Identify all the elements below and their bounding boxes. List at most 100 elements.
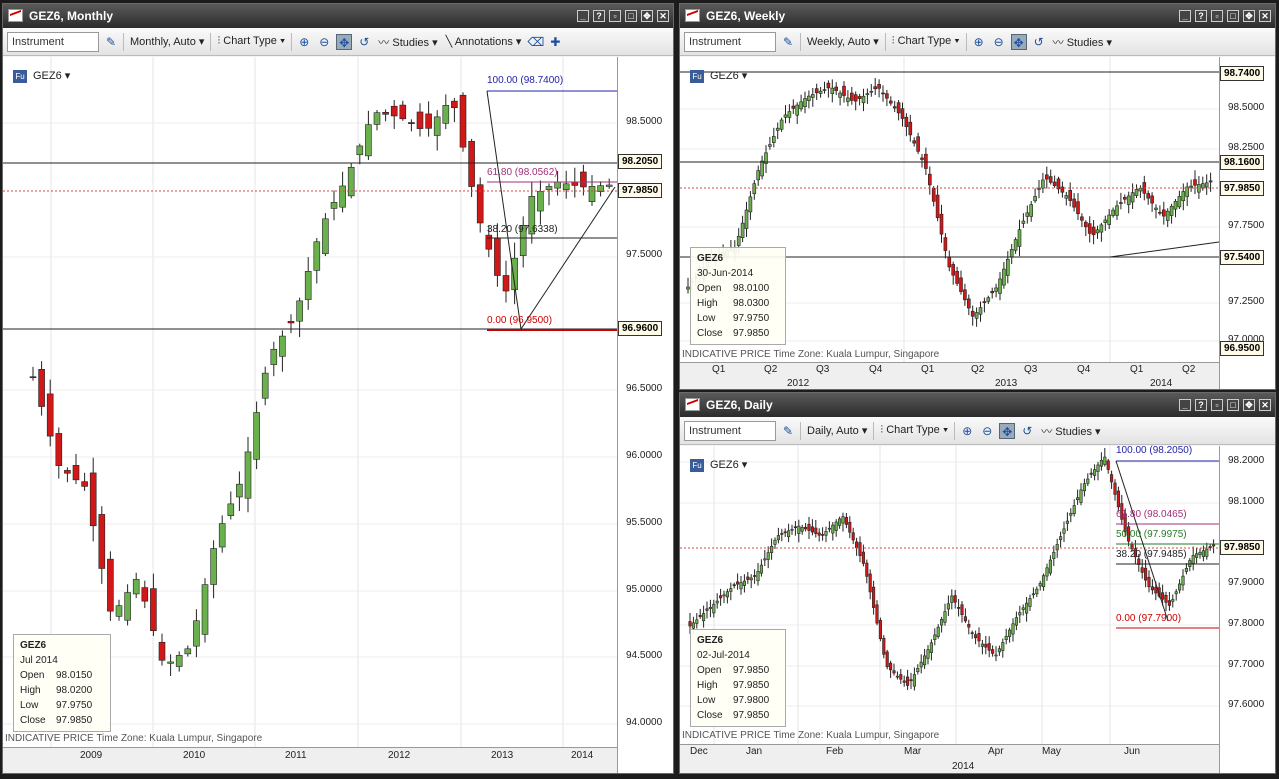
candle-body: [1091, 226, 1096, 236]
candle-body: [885, 93, 889, 99]
close-icon[interactable]: ✕: [1259, 399, 1271, 411]
candle-body: [115, 605, 123, 617]
pan-icon[interactable]: ✥: [336, 33, 353, 50]
candle-body: [1107, 214, 1112, 225]
price-tick: 97.7000: [1228, 659, 1265, 670]
help-icon[interactable]: ?: [1195, 399, 1207, 411]
interval-dropdown[interactable]: Monthly, Auto ▾: [128, 35, 206, 48]
candle-body: [1174, 591, 1178, 595]
monthly-time-axis[interactable]: 2009 2010 2011 2012 2013 2014: [3, 747, 617, 773]
candle-body: [1173, 201, 1178, 210]
candle-body: [960, 604, 964, 616]
zoom-in-icon[interactable]: ⊕: [296, 34, 312, 50]
candle-body: [1204, 182, 1209, 188]
instrument-input[interactable]: Instrument: [684, 31, 776, 52]
interval-dropdown[interactable]: Daily, Auto ▾: [805, 424, 869, 437]
pan-icon[interactable]: ✥: [1010, 33, 1027, 50]
candle-body: [580, 171, 587, 188]
candle-body: [46, 393, 54, 437]
weekly-price-axis[interactable]: 98.5000 98.2500 97.7500 97.2500 97.0000: [1219, 57, 1275, 389]
candle-body: [861, 95, 866, 104]
chart-type-dropdown[interactable]: ⫶ Chart Type ▾: [878, 424, 950, 437]
daily-chart-area[interactable]: Fu GEZ6 ▾ 98.2000 98.1000 97.9000 97.8000…: [680, 445, 1275, 773]
instrument-label[interactable]: Fu GEZ6 ▾: [690, 69, 747, 83]
weekly-titlebar[interactable]: GEZ6, Weekly _? ▫ □ ✥ ✕: [680, 4, 1275, 28]
zoom-in-icon[interactable]: ⊕: [959, 423, 975, 439]
candle-body: [1076, 497, 1080, 501]
daily-price-axis[interactable]: 98.2000 98.1000 97.9000 97.8000 97.7000 …: [1219, 446, 1275, 773]
zoom-out-icon[interactable]: ⊖: [979, 423, 995, 439]
minimize-icon[interactable]: _: [1179, 10, 1191, 22]
maximize-icon[interactable]: □: [1227, 399, 1239, 411]
candle-body: [1116, 490, 1120, 508]
maximize-icon[interactable]: □: [625, 10, 637, 22]
monthly-titlebar[interactable]: GEZ6, Monthly _? ▫ □ ✥ ✕: [3, 4, 673, 28]
studies-dropdown[interactable]: 〰 Studies ▾: [1051, 34, 1114, 50]
candle-body: [831, 524, 835, 534]
eraser-icon[interactable]: ⌫: [527, 34, 544, 50]
close-icon[interactable]: ✕: [1259, 10, 1271, 22]
crosshair-icon[interactable]: ✚: [547, 34, 563, 50]
maximize-icon[interactable]: □: [1227, 10, 1239, 22]
annotations-dropdown[interactable]: ╲ Annotations ▾: [444, 35, 524, 48]
candle-body: [1069, 512, 1073, 516]
candle-body: [776, 535, 780, 541]
instrument-input[interactable]: Instrument: [7, 31, 99, 52]
candle-body: [705, 608, 709, 611]
expand-icon[interactable]: ✥: [1243, 10, 1255, 22]
undo-icon[interactable]: ↺: [1019, 423, 1035, 439]
undo-icon[interactable]: ↺: [1031, 34, 1047, 50]
candle-body: [29, 376, 37, 379]
candle-body: [900, 108, 905, 119]
candle-body: [807, 523, 811, 531]
restore-icon[interactable]: ▫: [1211, 10, 1223, 22]
chart-type-dropdown[interactable]: ⫶ Chart Type ▾: [215, 35, 287, 48]
candle-body: [141, 587, 149, 602]
minimize-icon[interactable]: _: [577, 10, 589, 22]
candle-body: [889, 662, 893, 671]
candle-body: [974, 312, 979, 319]
daily-time-axis[interactable]: Dec Jan Feb Mar Apr May Jun 2014: [680, 744, 1219, 773]
restore-icon[interactable]: ▫: [609, 10, 621, 22]
candle-body: [791, 105, 796, 109]
close-icon[interactable]: ✕: [657, 10, 669, 22]
draw-tools-icon[interactable]: ✎: [780, 423, 796, 439]
zoom-out-icon[interactable]: ⊖: [316, 34, 332, 50]
candle-body: [841, 516, 845, 524]
studies-dropdown[interactable]: 〰 Studies ▾: [1039, 423, 1102, 439]
zoom-out-icon[interactable]: ⊖: [991, 34, 1007, 50]
candle-body: [468, 140, 475, 187]
candle-body: [736, 235, 741, 246]
instrument-label[interactable]: Fu GEZ6 ▾: [13, 69, 70, 83]
candle-body: [1025, 602, 1029, 614]
weekly-time-axis[interactable]: Q1 Q2 Q3 Q4 Q1 Q2 Q3 Q4 Q1 Q2 2012 2013 …: [680, 362, 1219, 389]
draw-tools-icon[interactable]: ✎: [103, 34, 119, 50]
interval-dropdown[interactable]: Weekly, Auto ▾: [805, 35, 881, 48]
undo-icon[interactable]: ↺: [356, 34, 372, 50]
window-controls: _? ▫ □ ✥ ✕: [577, 10, 669, 22]
candle-body: [244, 451, 252, 499]
candle-body: [1178, 583, 1182, 591]
help-icon[interactable]: ?: [593, 10, 605, 22]
fib-level-382: 38.20 (97.6338): [487, 224, 558, 235]
month-label: Jun: [1124, 746, 1141, 757]
pan-icon[interactable]: ✥: [999, 422, 1016, 439]
zoom-in-icon[interactable]: ⊕: [971, 34, 987, 50]
chart-type-dropdown[interactable]: ⫶ Chart Type ▾: [890, 35, 962, 48]
restore-icon[interactable]: ▫: [1211, 399, 1223, 411]
daily-titlebar[interactable]: GEZ6, Daily _? ▫ □ ✥ ✕: [680, 393, 1275, 417]
annotation-line: [486, 90, 522, 330]
minimize-icon[interactable]: _: [1179, 399, 1191, 411]
studies-dropdown[interactable]: 〰 Studies ▾: [376, 34, 439, 50]
instrument-input[interactable]: Instrument: [684, 420, 776, 441]
candle-body: [1164, 595, 1168, 603]
year-label: 2013: [491, 750, 514, 761]
instrument-label[interactable]: Fu GEZ6 ▾: [690, 458, 747, 472]
expand-icon[interactable]: ✥: [1243, 399, 1255, 411]
help-icon[interactable]: ?: [1195, 10, 1207, 22]
weekly-chart-area[interactable]: Fu GEZ6 ▾ 98.5000 98.2500 97.7500 97.2500…: [680, 57, 1275, 389]
monthly-chart-area[interactable]: Fu GEZ6 ▾ 98.5000 97.5000 96.5000 96.0000…: [3, 57, 673, 773]
expand-icon[interactable]: ✥: [641, 10, 653, 22]
draw-tools-icon[interactable]: ✎: [780, 34, 796, 50]
candle-body: [433, 116, 441, 136]
